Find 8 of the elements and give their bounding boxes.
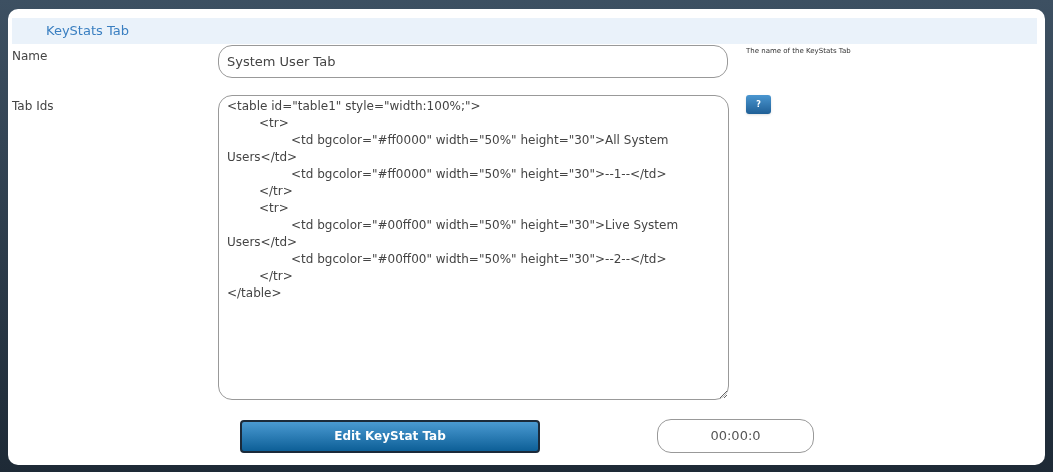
help-button[interactable]: ? — [746, 95, 771, 114]
field-label: Name — [12, 48, 49, 65]
text-field[interactable]: System User Tab — [218, 45, 728, 78]
timer-display: 00:00:0 — [657, 419, 814, 453]
section-title: KeyStats Tab — [46, 22, 129, 41]
edit-button[interactable]: Edit KeyStat Tab — [240, 419, 540, 453]
field-label: Tab Ids — [12, 98, 55, 115]
code-field[interactable]: <table id="table1" style="width:100%;"> <tr> <td bgcolor="#ff0000" width="50%" height="30">All System Users</td> <td bgcolor="#ff0000" width="50%" height="30">--1--</td> </tr> <tr> <td bgcolor="#00ff00" width="50%" height="30">Live System Users</td> <td bgcolor="#00ff00" width="50%" height="30">--2--</td> </tr> </table> — [218, 95, 729, 400]
